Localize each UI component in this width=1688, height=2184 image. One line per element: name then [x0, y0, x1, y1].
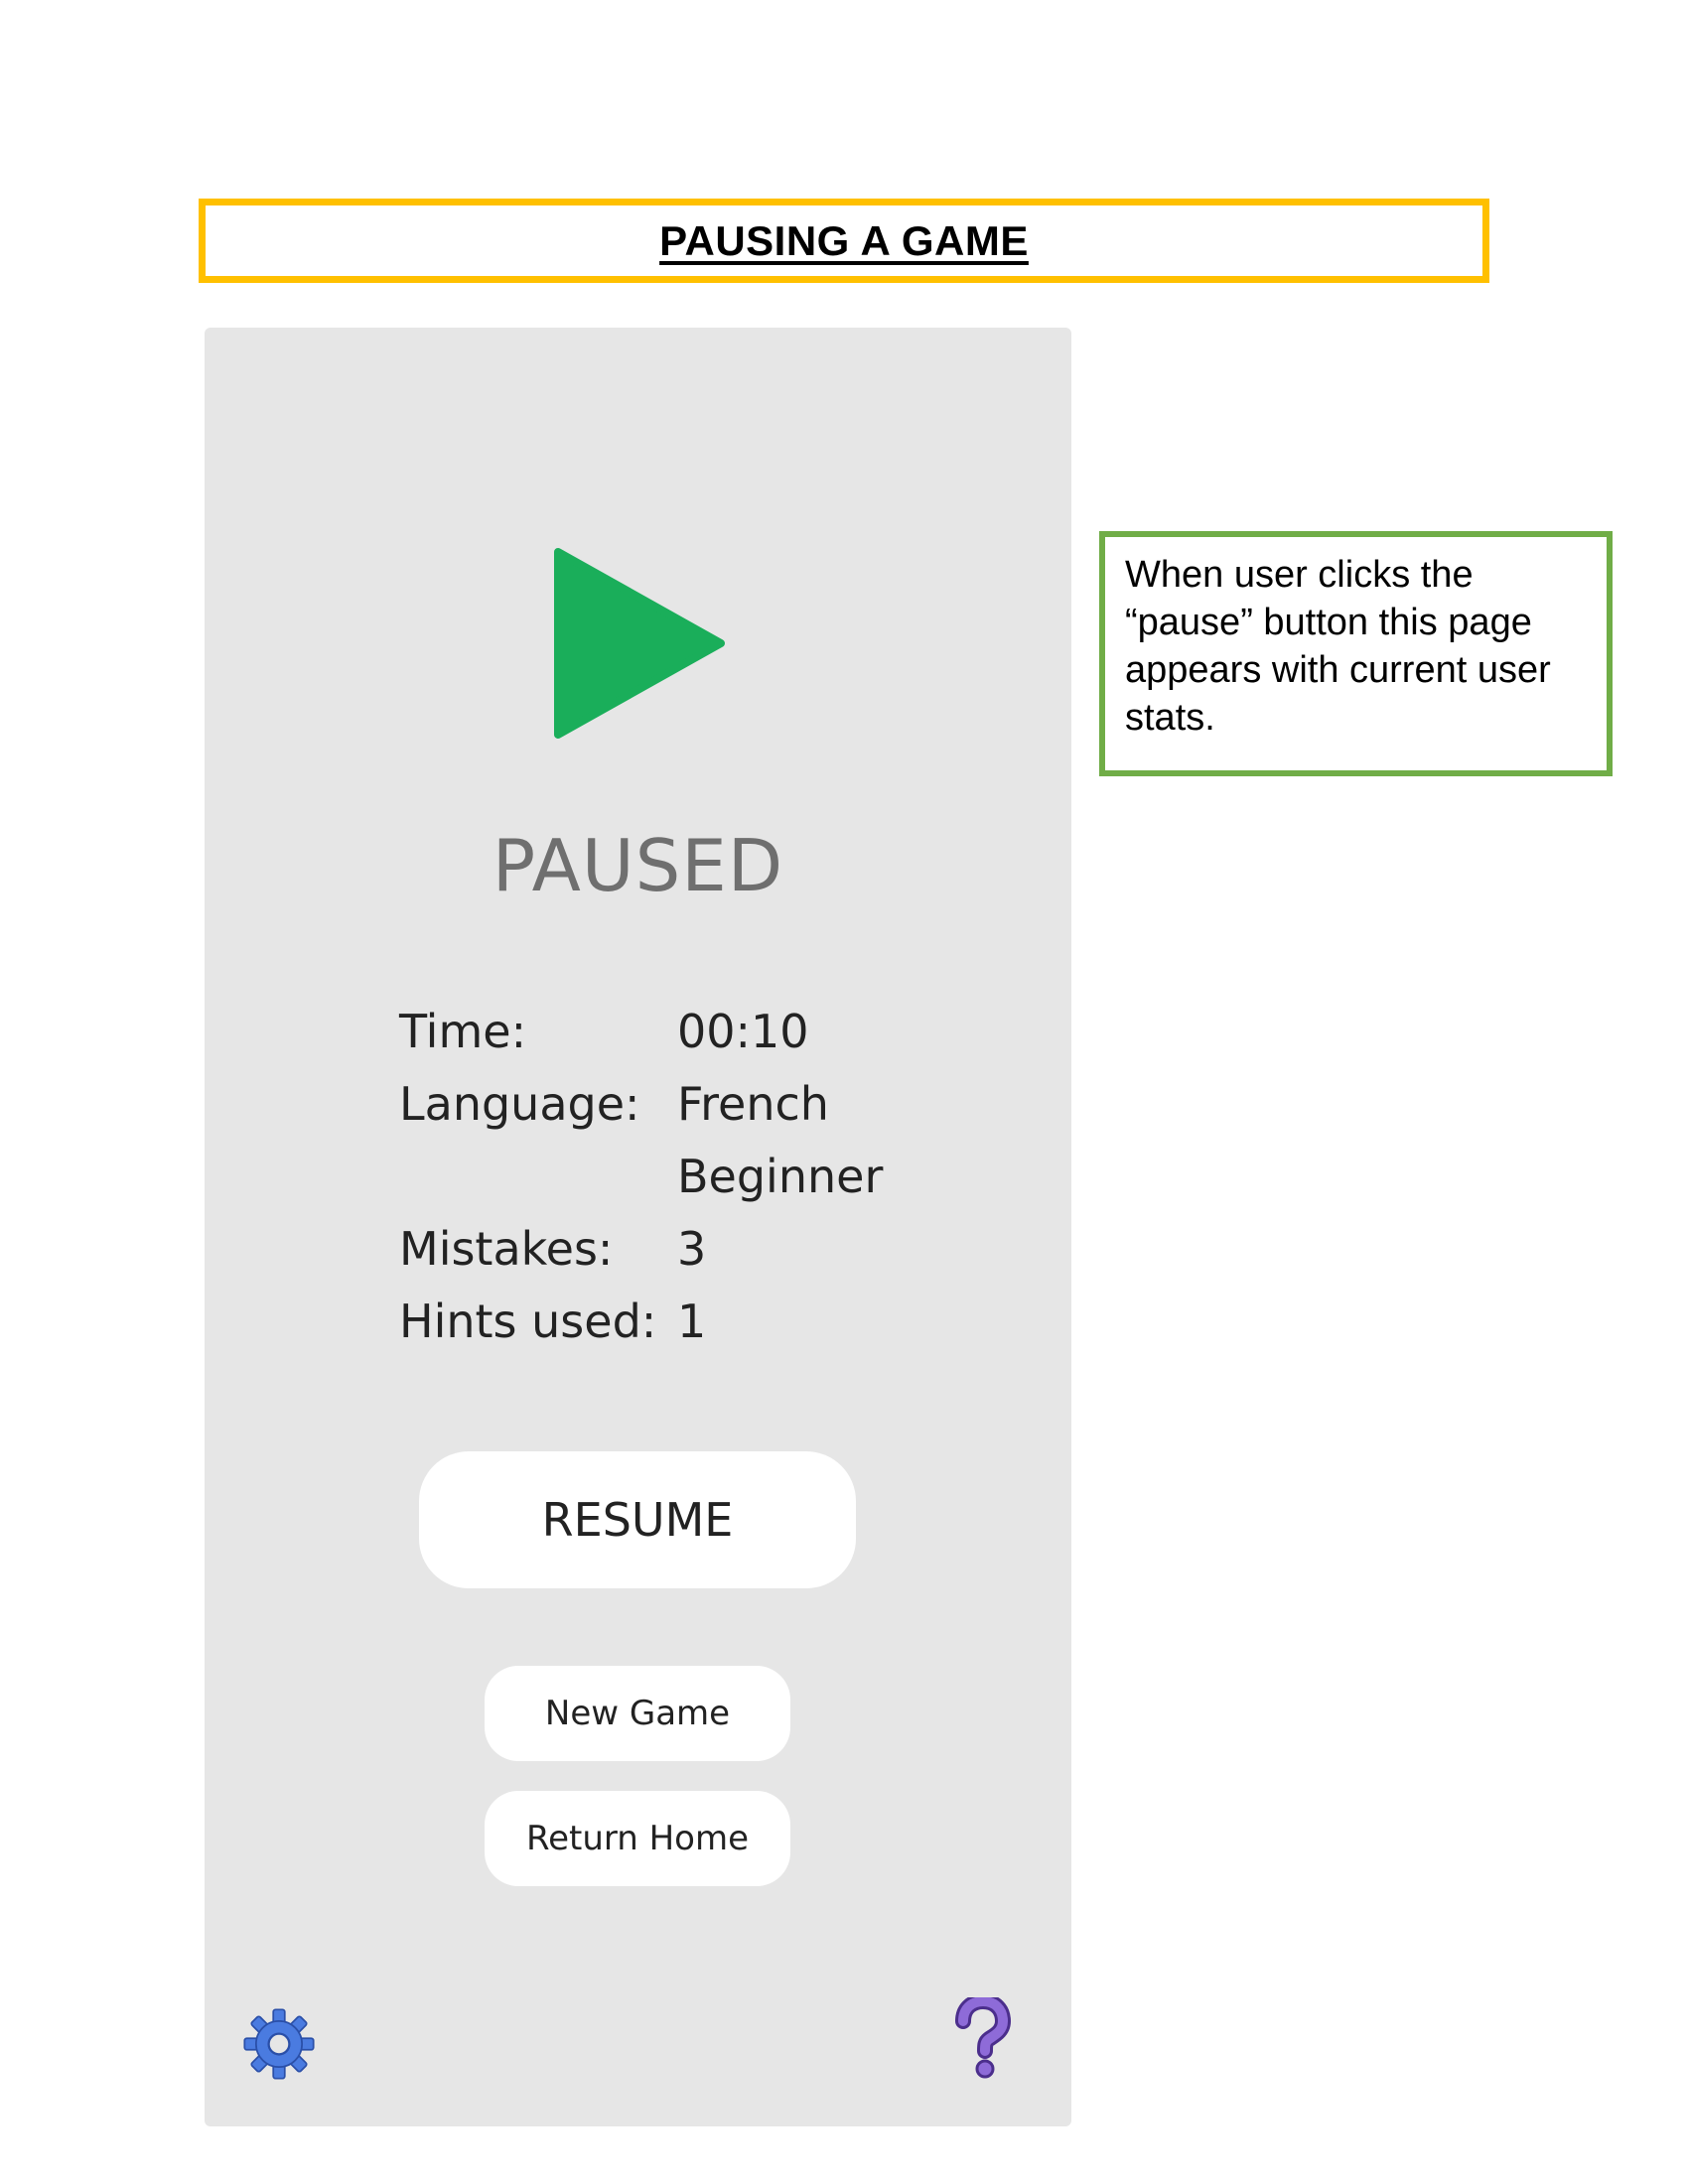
- stat-row-hints: Hints used: 1: [399, 1285, 883, 1357]
- title-box: PAUSING A GAME: [199, 199, 1489, 283]
- stat-row-level: Beginner: [399, 1140, 883, 1212]
- play-icon[interactable]: [550, 544, 729, 743]
- stat-label: Hints used:: [399, 1294, 657, 1348]
- help-icon[interactable]: [951, 1997, 1015, 2081]
- stat-value: 3: [677, 1221, 707, 1276]
- paused-label: PAUSED: [492, 824, 784, 907]
- gear-icon[interactable]: [242, 2007, 316, 2081]
- stat-label: Time:: [399, 1004, 527, 1058]
- annotation-text: When user clicks the “pause” button this…: [1125, 554, 1551, 739]
- stat-label: Language:: [399, 1076, 640, 1131]
- return-home-button[interactable]: Return Home: [485, 1791, 790, 1886]
- annotation-note: When user clicks the “pause” button this…: [1099, 531, 1613, 776]
- stat-value: 1: [677, 1294, 707, 1348]
- new-game-button[interactable]: New Game: [485, 1666, 790, 1761]
- page-title: PAUSING A GAME: [659, 216, 1029, 264]
- stat-row-language: Language: French: [399, 1067, 883, 1140]
- resume-button[interactable]: RESUME: [419, 1451, 856, 1588]
- stat-row-time: Time: 00:10: [399, 995, 883, 1067]
- stat-value: French: [677, 1076, 829, 1131]
- stat-label: Mistakes:: [399, 1221, 614, 1276]
- pause-screen: PAUSED Time: 00:10 Language: French Begi…: [205, 328, 1071, 2126]
- stat-row-mistakes: Mistakes: 3: [399, 1212, 883, 1285]
- stat-value: 00:10: [677, 1004, 809, 1058]
- stat-value: Beginner: [677, 1149, 884, 1203]
- stats-panel: Time: 00:10 Language: French Beginner Mi…: [399, 995, 883, 1357]
